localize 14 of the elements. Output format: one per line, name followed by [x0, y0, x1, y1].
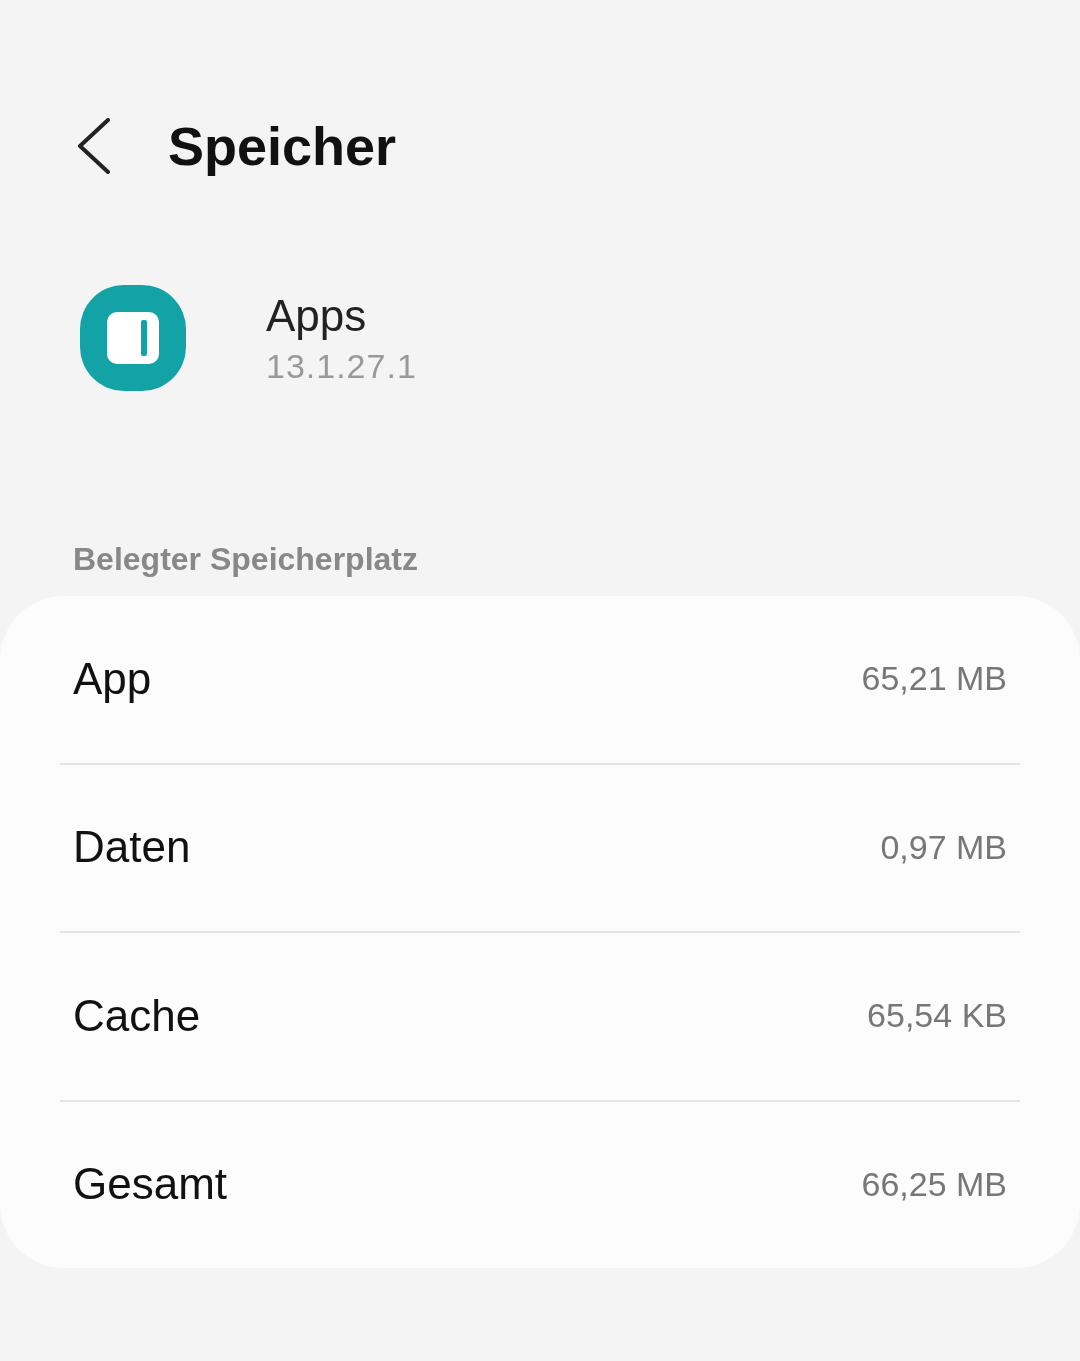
app-version: 13.1.27.1: [266, 346, 417, 386]
page-title: Speicher: [168, 115, 397, 177]
storage-size: 65,54 KB: [867, 996, 1007, 1036]
storage-label: Daten: [73, 822, 191, 873]
storage-size: 65,21 MB: [861, 659, 1007, 699]
storage-size: 0,97 MB: [880, 827, 1007, 867]
storage-label: Cache: [73, 990, 201, 1041]
app-icon: [80, 285, 186, 391]
storage-size: 66,25 MB: [861, 1164, 1007, 1204]
app-name: Apps: [266, 290, 368, 341]
storage-label: App: [73, 653, 152, 704]
section-header: Belegter Speicherplatz: [72, 541, 419, 578]
storage-label: Gesamt: [73, 1159, 228, 1210]
back-icon[interactable]: [76, 118, 112, 174]
